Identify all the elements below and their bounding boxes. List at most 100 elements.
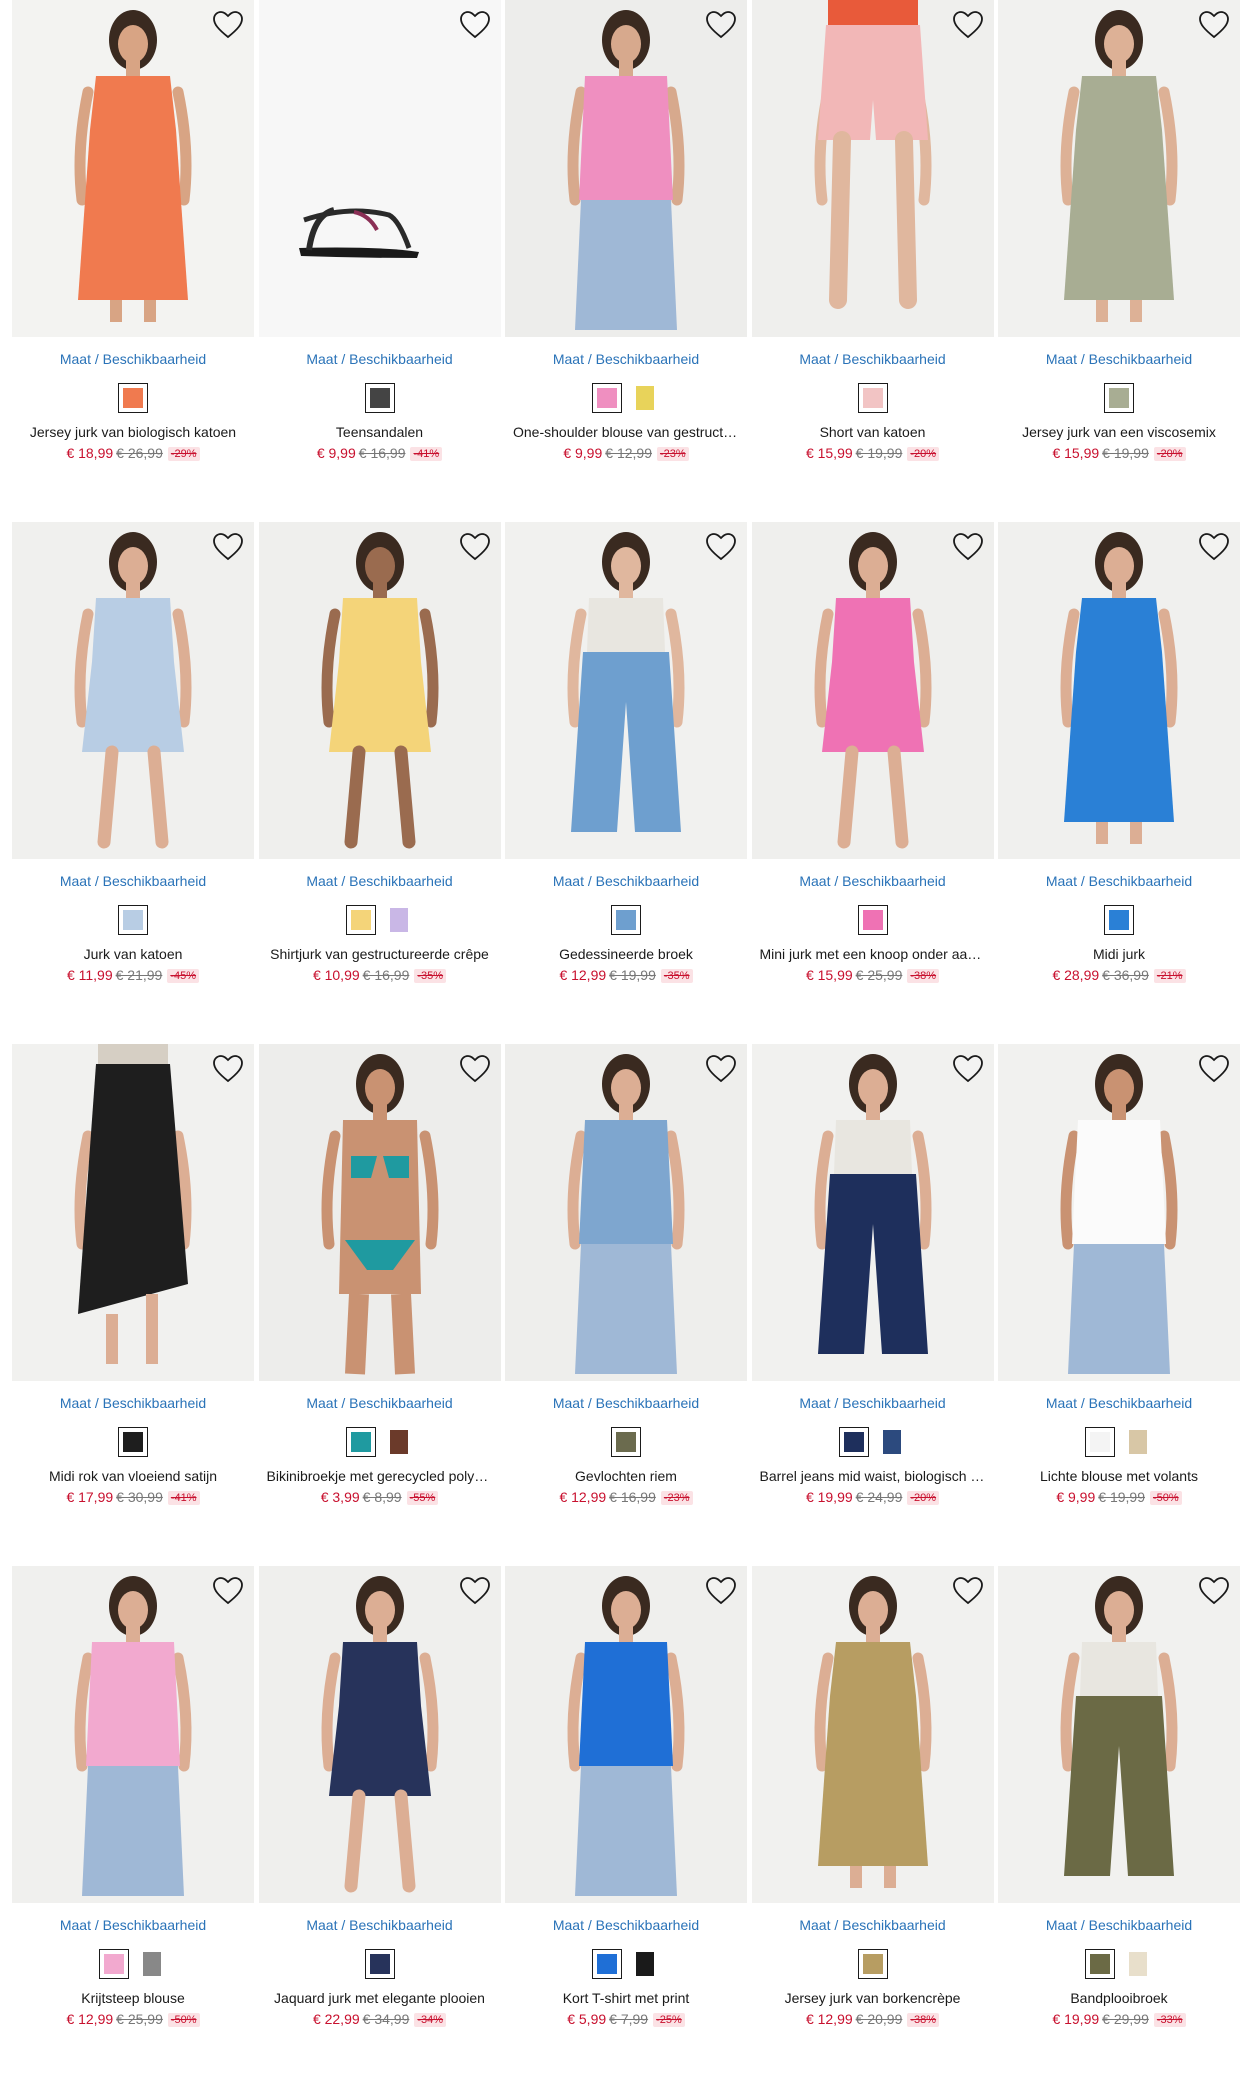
product-image[interactable] (505, 1044, 747, 1381)
product-image[interactable] (998, 522, 1240, 859)
color-swatch-selected[interactable] (611, 905, 641, 935)
color-swatch-selected[interactable] (592, 1949, 622, 1979)
product-name[interactable]: Short van katoen (760, 424, 986, 440)
product-name[interactable]: Mini jurk met een knoop onder aan ... (760, 946, 986, 962)
size-availability-link[interactable]: Maat / Beschikbaarheid (752, 1917, 994, 1933)
product-image[interactable] (751, 522, 994, 859)
product-card[interactable]: Maat / Beschikbaarheid One-shoulder blous… (505, 0, 747, 522)
size-availability-link[interactable]: Maat / Beschikbaarheid (505, 1917, 747, 1933)
product-card[interactable]: Maat / Beschikbaarheid Bandplooibroek € 19… (998, 1566, 1240, 2082)
wishlist-heart-icon[interactable] (704, 1053, 738, 1085)
color-swatch-selected[interactable] (99, 1949, 129, 1979)
size-availability-link[interactable]: Maat / Beschikbaarheid (12, 873, 254, 889)
product-card[interactable]: Maat / Beschikbaarheid Bikinibroekje met … (258, 1044, 501, 1566)
size-availability-link[interactable]: Maat / Beschikbaarheid (505, 351, 747, 367)
color-swatch-selected[interactable] (1104, 383, 1134, 413)
wishlist-heart-icon[interactable] (704, 1575, 738, 1607)
size-availability-link[interactable]: Maat / Beschikbaarheid (259, 1917, 501, 1933)
product-name[interactable]: Gevlochten riem (513, 1468, 739, 1484)
wishlist-heart-icon[interactable] (458, 9, 492, 41)
color-swatch-selected[interactable] (611, 1427, 641, 1457)
product-image[interactable] (751, 1566, 994, 1903)
wishlist-heart-icon[interactable] (1197, 1575, 1231, 1607)
color-swatch-selected[interactable] (118, 383, 148, 413)
wishlist-heart-icon[interactable] (211, 9, 245, 41)
color-swatch-selected[interactable] (857, 905, 888, 935)
size-availability-link[interactable]: Maat / Beschikbaarheid (259, 1395, 501, 1411)
color-swatch-selected[interactable] (118, 905, 148, 935)
size-availability-link[interactable]: Maat / Beschikbaarheid (259, 351, 501, 367)
product-card[interactable]: Maat / Beschikbaarheid Jaquard jurk met e… (258, 1566, 501, 2082)
size-availability-link[interactable]: Maat / Beschikbaarheid (998, 1395, 1240, 1411)
wishlist-heart-icon[interactable] (951, 531, 985, 563)
product-name[interactable]: Lichte blouse met volants (1006, 1468, 1232, 1484)
wishlist-heart-icon[interactable] (211, 531, 245, 563)
product-name[interactable]: Kort T-shirt met print (513, 1990, 739, 2006)
product-image[interactable] (258, 1044, 501, 1381)
product-image[interactable] (12, 0, 254, 337)
product-image[interactable] (505, 1566, 747, 1903)
size-availability-link[interactable]: Maat / Beschikbaarheid (12, 351, 254, 367)
product-name[interactable]: Krijtsteep blouse (20, 1990, 246, 2006)
product-image[interactable] (505, 522, 747, 859)
product-image[interactable] (998, 1044, 1240, 1381)
product-card[interactable]: Maat / Beschikbaarheid Lichte blouse met … (998, 1044, 1240, 1566)
product-name[interactable]: Gedessineerde broek (513, 946, 739, 962)
product-name[interactable]: Bikinibroekje met gerecycled polya... (267, 1468, 493, 1484)
wishlist-heart-icon[interactable] (1197, 1053, 1231, 1085)
product-image[interactable] (998, 0, 1240, 337)
product-image[interactable] (258, 1566, 501, 1903)
size-availability-link[interactable]: Maat / Beschikbaarheid (752, 351, 994, 367)
color-swatch[interactable] (137, 1949, 167, 1979)
color-swatch-selected[interactable] (364, 1949, 395, 1979)
wishlist-heart-icon[interactable] (458, 531, 492, 563)
size-availability-link[interactable]: Maat / Beschikbaarheid (12, 1917, 254, 1933)
size-availability-link[interactable]: Maat / Beschikbaarheid (752, 873, 994, 889)
color-swatch[interactable] (384, 905, 414, 935)
color-swatch[interactable] (384, 1427, 414, 1457)
product-card[interactable]: Maat / Beschikbaarheid Jersey jurk van bo… (751, 1566, 994, 2082)
color-swatch-selected[interactable] (857, 1949, 888, 1979)
wishlist-heart-icon[interactable] (704, 9, 738, 41)
product-name[interactable]: Shirtjurk van gestructureerde crêpe (267, 946, 493, 962)
product-image[interactable] (12, 522, 254, 859)
color-swatch-selected[interactable] (592, 383, 622, 413)
size-availability-link[interactable]: Maat / Beschikbaarheid (12, 1395, 254, 1411)
size-availability-link[interactable]: Maat / Beschikbaarheid (998, 1917, 1240, 1933)
product-card[interactable]: Maat / Beschikbaarheid Jersey jurk van bi… (12, 0, 254, 522)
product-name[interactable]: Jersey jurk van biologisch katoen (20, 424, 246, 440)
wishlist-heart-icon[interactable] (951, 1053, 985, 1085)
product-image[interactable] (12, 1044, 254, 1381)
wishlist-heart-icon[interactable] (211, 1575, 245, 1607)
product-name[interactable]: Midi jurk (1006, 946, 1232, 962)
product-card[interactable]: Maat / Beschikbaarheid Midi rok van vloei… (12, 1044, 254, 1566)
product-card[interactable]: Maat / Beschikbaarheid Teensandalen € 9,99… (258, 0, 501, 522)
wishlist-heart-icon[interactable] (951, 9, 985, 41)
color-swatch-selected[interactable] (364, 383, 395, 413)
color-swatch[interactable] (877, 1427, 907, 1457)
wishlist-heart-icon[interactable] (458, 1053, 492, 1085)
product-card[interactable]: Maat / Beschikbaarheid Mini jurk met een … (751, 522, 994, 1044)
size-availability-link[interactable]: Maat / Beschikbaarheid (505, 873, 747, 889)
color-swatch-selected[interactable] (857, 383, 888, 413)
size-availability-link[interactable]: Maat / Beschikbaarheid (259, 873, 501, 889)
product-card[interactable]: Maat / Beschikbaarheid Krijtsteep blouse €… (12, 1566, 254, 2082)
product-name[interactable]: Bandplooibroek (1006, 1990, 1232, 2006)
product-name[interactable]: One-shoulder blouse van gestructu... (513, 424, 739, 440)
product-name[interactable]: Jersey jurk van een viscosemix (1006, 424, 1232, 440)
product-card[interactable]: Maat / Beschikbaarheid Gedessineerde broe… (505, 522, 747, 1044)
size-availability-link[interactable]: Maat / Beschikbaarheid (998, 873, 1240, 889)
product-image[interactable] (998, 1566, 1240, 1903)
product-card[interactable]: Maat / Beschikbaarheid Midi jurk € 28,99 € … (998, 522, 1240, 1044)
color-swatch[interactable] (1123, 1427, 1153, 1457)
product-card[interactable]: Maat / Beschikbaarheid Barrel jeans mid w… (751, 1044, 994, 1566)
wishlist-heart-icon[interactable] (458, 1575, 492, 1607)
size-availability-link[interactable]: Maat / Beschikbaarheid (505, 1395, 747, 1411)
product-card[interactable]: Maat / Beschikbaarheid Jurk van katoen € 1… (12, 522, 254, 1044)
product-name[interactable]: Teensandalen (267, 424, 493, 440)
product-image[interactable] (12, 1566, 254, 1903)
product-name[interactable]: Barrel jeans mid waist, biologisch k... (760, 1468, 986, 1484)
wishlist-heart-icon[interactable] (211, 1053, 245, 1085)
product-name[interactable]: Jaquard jurk met elegante plooien (267, 1990, 493, 2006)
product-image[interactable] (751, 0, 994, 337)
